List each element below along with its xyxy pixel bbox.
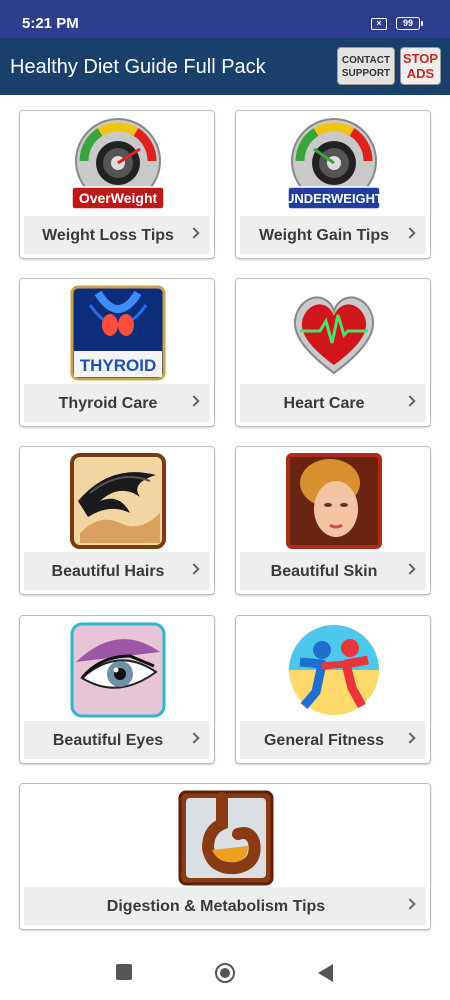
tile-beautiful-eyes[interactable]: Beautiful Eyes [19,615,215,764]
tile-label-bar: Weight Gain Tips [240,216,426,254]
tile-label-bar: General Fitness [240,721,426,759]
tile-beautiful-hairs[interactable]: Beautiful Hairs [19,446,215,595]
tile-label: General Fitness [263,732,385,749]
status-bar: 5:21 PM × 99 [0,0,450,38]
recents-square-icon[interactable] [116,964,132,980]
tile-general-fitness[interactable]: General Fitness [235,615,431,764]
stop-line1: STOP [402,51,439,66]
tile-label-bar: Digestion & Metabolism Tips [24,887,426,925]
contact-line1: CONTACT [341,55,391,66]
battery-icon: 99 [396,17,423,30]
stop-line2: ADS [406,66,435,81]
tile-label: Thyroid Care [58,395,158,412]
tile-weight-gain[interactable]: UNDERWEIGHT Weight Gain Tips [235,110,431,259]
status-time: 5:21 PM [22,15,79,32]
app-bar: Healthy Diet Guide Full Pack CONTACT SUP… [0,38,450,95]
notification-x-icon: × [371,18,387,30]
tile-label-bar: Weight Loss Tips [24,216,210,254]
skin-face-icon [286,453,382,549]
tile-weight-loss[interactable]: OverWeight Weight Loss Tips [19,110,215,259]
tile-thyroid-care[interactable]: THYROID Thyroid Care [19,278,215,427]
back-triangle-icon[interactable] [318,964,333,982]
hair-icon [70,453,166,549]
stomach-icon [178,790,274,886]
tile-digestion-metabolism[interactable]: Digestion & Metabolism Tips [19,783,431,930]
eye-icon [70,622,166,718]
app-title: Healthy Diet Guide Full Pack [10,56,266,78]
contact-support-button[interactable]: CONTACT SUPPORT [337,47,395,85]
stop-ads-button[interactable]: STOP ADS [400,47,441,85]
thyroid-icon: THYROID [70,285,166,381]
tile-label: Weight Gain Tips [258,227,390,244]
tile-label: Beautiful Eyes [52,732,164,749]
underweight-badge: UNDERWEIGHT [286,191,382,206]
overweight-gauge-icon: OverWeight [71,118,165,210]
system-navigation-bar [0,945,450,1000]
underweight-gauge-icon: UNDERWEIGHT [286,118,382,210]
fitness-people-icon [289,625,379,715]
tile-heart-care[interactable]: Heart Care [235,278,431,427]
tile-label: Beautiful Hairs [51,563,165,580]
thyroid-badge: THYROID [80,356,157,375]
tile-label-bar: Heart Care [240,384,426,422]
tile-label-bar: Beautiful Skin [240,552,426,590]
contact-line2: SUPPORT [341,68,391,79]
tile-label-bar: Thyroid Care [24,384,210,422]
tile-beautiful-skin[interactable]: Beautiful Skin [235,446,431,595]
tile-label: Weight Loss Tips [42,227,174,244]
tile-label: Beautiful Skin [270,563,378,580]
tile-label-bar: Beautiful Eyes [24,721,210,759]
heart-icon [293,296,375,375]
tile-label-bar: Beautiful Hairs [24,552,210,590]
tile-label: Heart Care [283,395,365,412]
overweight-badge: OverWeight [79,190,158,206]
home-circle-icon[interactable] [215,963,235,983]
tile-label: Digestion & Metabolism Tips [106,898,326,915]
